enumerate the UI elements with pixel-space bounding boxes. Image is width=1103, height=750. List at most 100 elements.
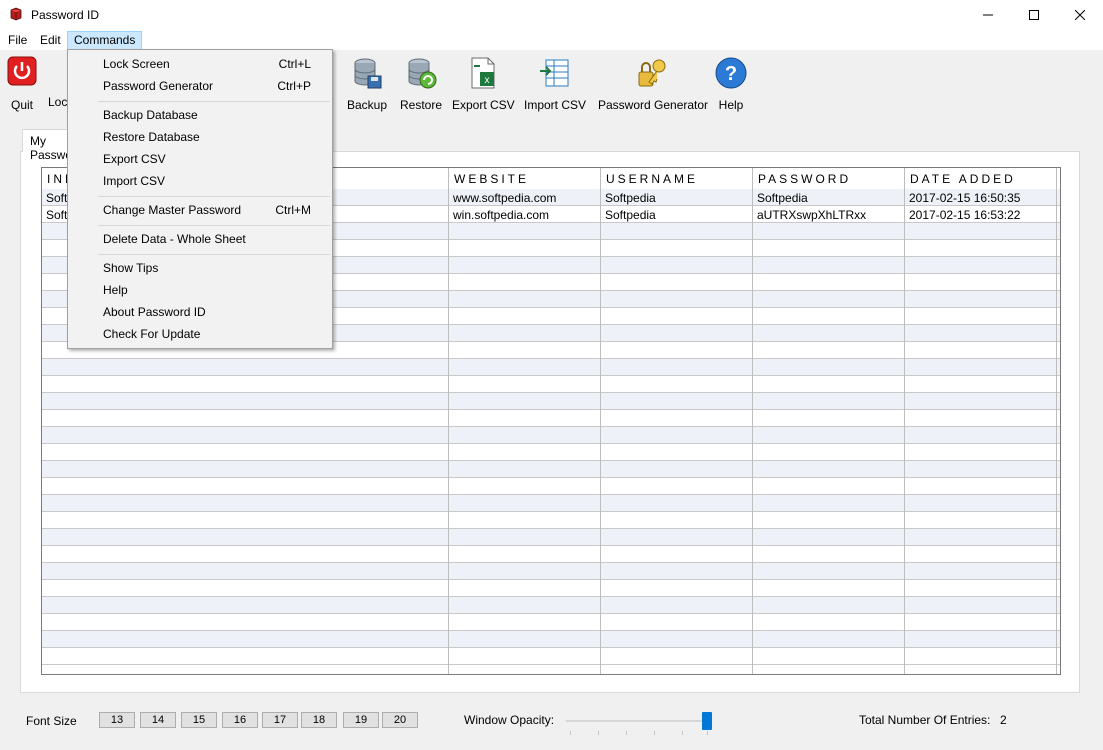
table-cell[interactable]: 2017-02-15 16:53:22 xyxy=(909,208,1020,222)
menu-item-about[interactable]: About Password ID xyxy=(69,301,331,323)
menu-item-label: Delete Data - Whole Sheet xyxy=(103,232,246,246)
column-header-website[interactable]: WEBSITE xyxy=(454,172,529,186)
menu-item-import-csv[interactable]: Import CSV xyxy=(69,170,331,192)
menu-item-label: Show Tips xyxy=(103,261,159,275)
import-csv-button[interactable]: Import CSV xyxy=(523,56,587,112)
commands-menu: Lock Screen Ctrl+L Password Generator Ct… xyxy=(67,49,333,349)
password-generator-label: Password Generator xyxy=(598,98,709,112)
table-row[interactable] xyxy=(42,478,1060,495)
table-cell[interactable]: 2017-02-15 16:50:35 xyxy=(909,191,1020,205)
table-row[interactable] xyxy=(42,427,1060,444)
menu-item-restore-database[interactable]: Restore Database xyxy=(69,126,331,148)
backup-button[interactable]: Backup xyxy=(345,56,389,112)
menu-separator xyxy=(98,225,330,226)
menu-edit[interactable]: Edit xyxy=(34,31,67,50)
menu-item-label: Restore Database xyxy=(103,130,200,144)
menu-item-change-master-password[interactable]: Change Master Password Ctrl+M xyxy=(69,199,331,221)
database-restore-icon xyxy=(408,58,437,89)
quit-button[interactable]: Quit xyxy=(6,56,38,112)
menu-commands[interactable]: Commands xyxy=(67,31,143,50)
menu-item-shortcut: Ctrl+M xyxy=(275,203,311,217)
restore-button[interactable]: Restore xyxy=(400,56,442,112)
menu-item-label: Lock Screen xyxy=(103,57,170,71)
table-row[interactable] xyxy=(42,648,1060,665)
font-size-button[interactable]: 20 xyxy=(382,712,418,728)
table-row[interactable] xyxy=(42,512,1060,529)
help-icon: ? xyxy=(715,57,747,89)
close-button[interactable] xyxy=(1057,0,1103,30)
menu-item-shortcut: Ctrl+P xyxy=(277,79,311,93)
slider-tick xyxy=(570,731,571,735)
menu-separator xyxy=(98,254,330,255)
menu-item-help[interactable]: Help xyxy=(69,279,331,301)
menu-item-label: Import CSV xyxy=(103,174,166,188)
table-cell[interactable]: Softpedia xyxy=(605,208,656,222)
table-row[interactable] xyxy=(42,461,1060,478)
table-cell[interactable]: win.softpedia.com xyxy=(453,208,549,222)
opacity-slider-track[interactable] xyxy=(566,720,712,722)
font-size-button[interactable]: 16 xyxy=(222,712,258,728)
table-row[interactable] xyxy=(42,580,1060,597)
font-size-button[interactable]: 13 xyxy=(99,712,135,728)
svg-text:?: ? xyxy=(725,63,737,85)
table-cell[interactable]: Softpedia xyxy=(757,191,808,205)
column-header-password[interactable]: PASSWORD xyxy=(758,172,851,186)
key-lock-icon xyxy=(638,59,666,87)
menu-item-shortcut: Ctrl+L xyxy=(278,57,311,71)
font-size-button[interactable]: 17 xyxy=(262,712,298,728)
table-row[interactable] xyxy=(42,376,1060,393)
table-cell[interactable]: Softpedia xyxy=(605,191,656,205)
menu-item-delete-data[interactable]: Delete Data - Whole Sheet xyxy=(69,228,331,250)
svg-text:x: x xyxy=(485,75,490,86)
export-csv-button[interactable]: x Export CSV xyxy=(452,56,515,112)
font-size-button[interactable]: 15 xyxy=(181,712,217,728)
font-size-button[interactable]: 14 xyxy=(140,712,176,728)
app-logo-icon xyxy=(10,7,22,21)
menu-item-password-generator[interactable]: Password Generator Ctrl+P xyxy=(69,75,331,97)
table-row[interactable] xyxy=(42,529,1060,546)
menu-item-export-csv[interactable]: Export CSV xyxy=(69,148,331,170)
menu-item-lock-screen[interactable]: Lock Screen Ctrl+L xyxy=(69,53,331,75)
menu-item-label: Help xyxy=(103,283,128,297)
quit-label: Quit xyxy=(10,98,33,112)
import-csv-icon xyxy=(540,59,569,87)
table-row[interactable] xyxy=(42,563,1060,580)
slider-tick xyxy=(626,731,627,735)
table-row[interactable] xyxy=(42,597,1060,614)
backup-label: Backup xyxy=(346,98,388,112)
title-bar: Password ID xyxy=(0,0,1103,30)
maximize-icon xyxy=(1029,10,1039,20)
menu-item-show-tips[interactable]: Show Tips xyxy=(69,257,331,279)
export-csv-icon: x xyxy=(471,57,495,89)
restore-label: Restore xyxy=(400,98,443,112)
password-generator-button[interactable]: Password Generator xyxy=(598,56,709,112)
font-size-button[interactable]: 19 xyxy=(343,712,379,728)
column-divider xyxy=(904,168,905,674)
column-header-username[interactable]: USERNAME xyxy=(606,172,698,186)
help-button[interactable]: ? Help xyxy=(714,56,748,112)
power-icon xyxy=(7,56,37,86)
table-row[interactable] xyxy=(42,614,1060,631)
table-row[interactable] xyxy=(42,410,1060,427)
table-row[interactable] xyxy=(42,359,1060,376)
column-divider xyxy=(752,168,753,674)
table-row[interactable] xyxy=(42,393,1060,410)
minimize-button[interactable] xyxy=(965,0,1011,30)
menu-item-backup-database[interactable]: Backup Database xyxy=(69,104,331,126)
menu-file[interactable]: File xyxy=(2,31,33,50)
opacity-slider-thumb[interactable] xyxy=(702,712,712,730)
table-cell[interactable]: www.softpedia.com xyxy=(453,191,556,205)
table-cell[interactable]: aUTRXswpXhLTRxx xyxy=(757,208,866,222)
table-row[interactable] xyxy=(42,546,1060,563)
menu-separator xyxy=(98,101,330,102)
menu-item-check-for-update[interactable]: Check For Update xyxy=(69,323,331,345)
menu-item-label: Change Master Password xyxy=(103,203,242,217)
table-row[interactable] xyxy=(42,495,1060,512)
maximize-button[interactable] xyxy=(1011,0,1057,30)
font-size-button[interactable]: 18 xyxy=(301,712,337,728)
column-header-date-added[interactable]: DATE ADDED xyxy=(910,172,1016,186)
table-row[interactable] xyxy=(42,444,1060,461)
lock-screen-button[interactable]: Lock Screen xyxy=(48,56,68,109)
table-row[interactable] xyxy=(42,631,1060,648)
slider-tick xyxy=(654,731,655,735)
